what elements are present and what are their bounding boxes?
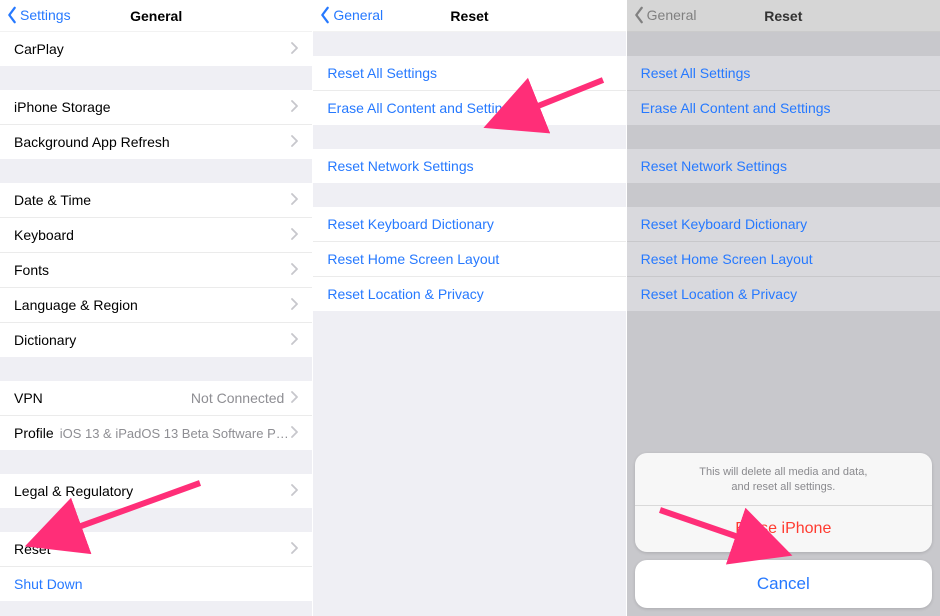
- chevron-right-icon: [290, 192, 298, 208]
- row-reset-all-settings: Reset All Settings: [627, 56, 940, 90]
- chevron-right-icon: [290, 41, 298, 57]
- row-label: Reset Keyboard Dictionary: [641, 216, 808, 232]
- back-button[interactable]: General: [319, 6, 383, 24]
- row-label: Language & Region: [14, 297, 138, 313]
- row-label: Fonts: [14, 262, 49, 278]
- chevron-right-icon: [290, 390, 298, 406]
- row-iphone-storage[interactable]: iPhone Storage: [0, 90, 312, 124]
- row-profile[interactable]: Profile iOS 13 & iPadOS 13 Beta Software…: [0, 415, 312, 450]
- row-carplay[interactable]: CarPlay: [0, 32, 312, 66]
- row-label: Reset Home Screen Layout: [327, 251, 499, 267]
- chevron-right-icon: [290, 227, 298, 243]
- row-reset-home-screen: Reset Home Screen Layout: [627, 241, 940, 276]
- row-label: Legal & Regulatory: [14, 483, 133, 499]
- nav-title: Reset: [450, 8, 488, 24]
- row-label: Keyboard: [14, 227, 74, 243]
- chevron-right-icon: [290, 297, 298, 313]
- screen-reset-confirm: General Reset Reset All Settings Erase A…: [627, 0, 940, 616]
- row-label: Date & Time: [14, 192, 91, 208]
- row-date-time[interactable]: Date & Time: [0, 183, 312, 217]
- chevron-left-icon: [6, 6, 18, 24]
- chevron-right-icon: [290, 262, 298, 278]
- chevron-right-icon: [290, 483, 298, 499]
- row-label: iPhone Storage: [14, 99, 111, 115]
- reset-list: Reset All Settings Erase All Content and…: [313, 32, 625, 616]
- chevron-right-icon: [290, 134, 298, 150]
- chevron-right-icon: [290, 332, 298, 348]
- row-label: Dictionary: [14, 332, 76, 348]
- back-label: General: [647, 7, 697, 23]
- row-label: Background App Refresh: [14, 134, 170, 150]
- row-reset-all-settings[interactable]: Reset All Settings: [313, 56, 625, 90]
- row-shut-down[interactable]: Shut Down: [0, 566, 312, 601]
- back-label: General: [333, 7, 383, 23]
- chevron-right-icon: [290, 425, 298, 441]
- row-label: Reset Keyboard Dictionary: [327, 216, 494, 232]
- row-language-region[interactable]: Language & Region: [0, 287, 312, 322]
- nav-bar: General Reset: [627, 0, 940, 32]
- row-label: Shut Down: [14, 576, 82, 592]
- row-reset-keyboard-dict[interactable]: Reset Keyboard Dictionary: [313, 207, 625, 241]
- row-legal-regulatory[interactable]: Legal & Regulatory: [0, 474, 312, 508]
- cancel-button[interactable]: Cancel: [635, 560, 932, 608]
- settings-list: CarPlay iPhone Storage Background App Re…: [0, 32, 312, 616]
- row-label: Reset Location & Privacy: [327, 286, 483, 302]
- row-keyboard[interactable]: Keyboard: [0, 217, 312, 252]
- row-label: Profile: [14, 425, 54, 441]
- row-value: Not Connected: [191, 390, 284, 406]
- action-sheet: This will delete all media and data, and…: [635, 453, 932, 608]
- row-fonts[interactable]: Fonts: [0, 252, 312, 287]
- row-label: Reset All Settings: [327, 65, 437, 81]
- row-reset-home-screen[interactable]: Reset Home Screen Layout: [313, 241, 625, 276]
- row-erase-all-content: Erase All Content and Settings: [627, 90, 940, 125]
- chevron-left-icon: [633, 6, 645, 24]
- nav-title: Reset: [764, 8, 802, 24]
- row-reset-network[interactable]: Reset Network Settings: [313, 149, 625, 183]
- row-label: Reset: [14, 541, 51, 557]
- row-reset-location-privacy: Reset Location & Privacy: [627, 276, 940, 311]
- row-label: CarPlay: [14, 41, 64, 57]
- chevron-right-icon: [290, 541, 298, 557]
- row-reset-location-privacy[interactable]: Reset Location & Privacy: [313, 276, 625, 311]
- row-label: Erase All Content and Settings: [641, 100, 831, 116]
- row-reset-keyboard-dict: Reset Keyboard Dictionary: [627, 207, 940, 241]
- screen-reset: General Reset Reset All Settings Erase A…: [313, 0, 626, 616]
- erase-iphone-button[interactable]: Erase iPhone: [635, 505, 932, 552]
- action-sheet-message: This will delete all media and data, and…: [635, 453, 932, 505]
- row-vpn[interactable]: VPN Not Connected: [0, 381, 312, 415]
- nav-title: General: [130, 8, 182, 24]
- row-reset-network: Reset Network Settings: [627, 149, 940, 183]
- back-label: Settings: [20, 7, 71, 23]
- chevron-right-icon: [290, 99, 298, 115]
- row-label: Reset Location & Privacy: [641, 286, 797, 302]
- screen-general: Settings General CarPlay iPhone Storage …: [0, 0, 313, 616]
- row-label: VPN: [14, 390, 43, 406]
- nav-bar: Settings General: [0, 0, 312, 32]
- row-dictionary[interactable]: Dictionary: [0, 322, 312, 357]
- nav-bar: General Reset: [313, 0, 625, 32]
- row-label: Reset All Settings: [641, 65, 751, 81]
- row-label: Erase All Content and Settings: [327, 100, 517, 116]
- row-label: Reset Network Settings: [641, 158, 787, 174]
- row-subtitle: iOS 13 & iPadOS 13 Beta Software Pr…: [60, 426, 291, 441]
- chevron-left-icon: [319, 6, 331, 24]
- back-button[interactable]: Settings: [6, 6, 71, 24]
- row-label: Reset Network Settings: [327, 158, 473, 174]
- row-background-app-refresh[interactable]: Background App Refresh: [0, 124, 312, 159]
- back-button: General: [633, 6, 697, 24]
- row-reset[interactable]: Reset: [0, 532, 312, 566]
- row-erase-all-content[interactable]: Erase All Content and Settings: [313, 90, 625, 125]
- row-label: Reset Home Screen Layout: [641, 251, 813, 267]
